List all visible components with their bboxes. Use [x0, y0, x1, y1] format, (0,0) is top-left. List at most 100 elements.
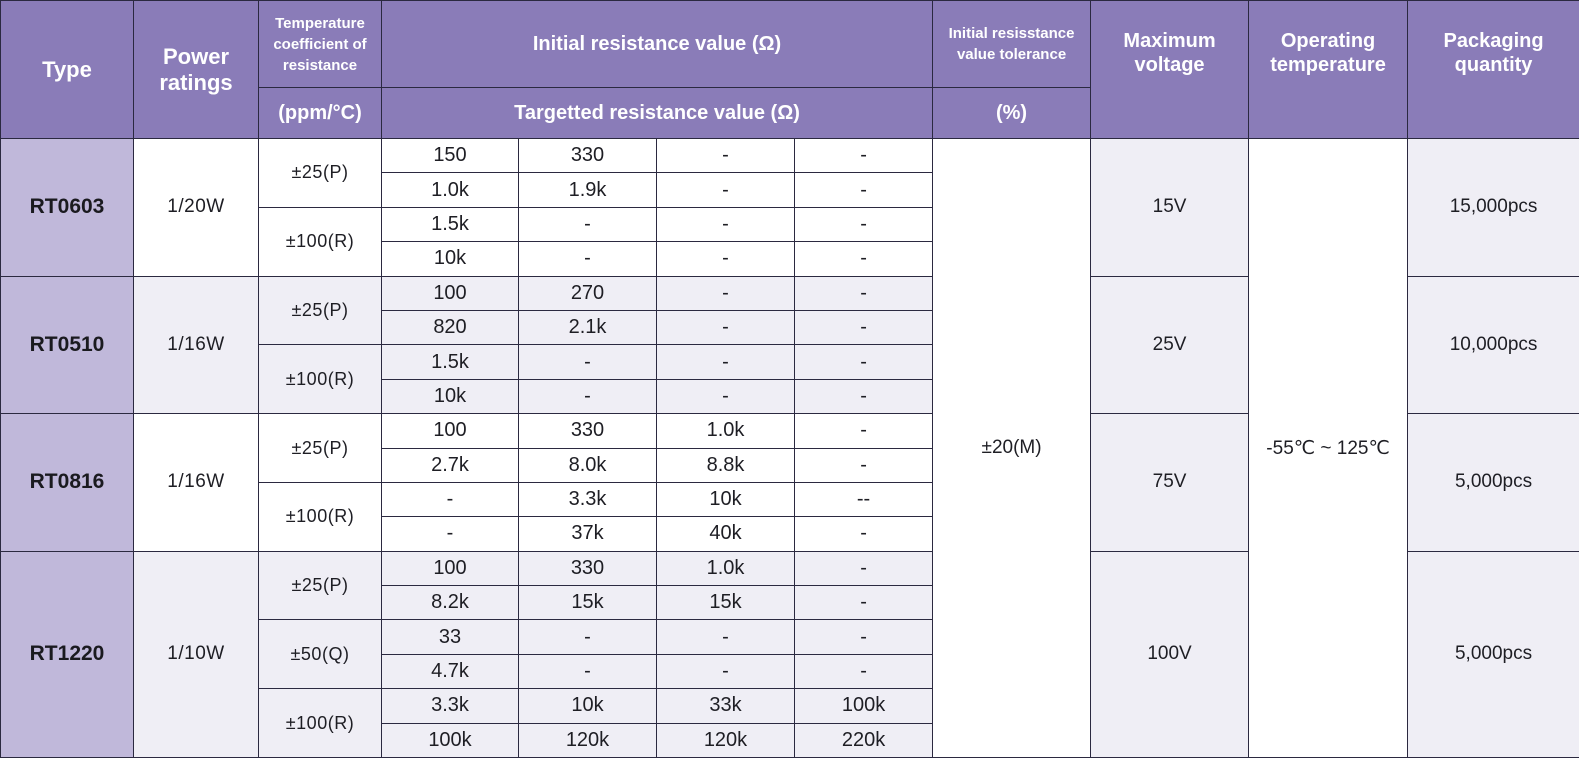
resistance-value-cell: 1.5k [381, 206, 519, 243]
resistance-value-cell: 10k [518, 688, 657, 724]
resistance-value-cell: - [793, 344, 934, 380]
resistance-value-cell: - [793, 653, 934, 690]
resistance-value-cell: 10k [381, 378, 519, 415]
tcr-cell: ±100(R) [258, 481, 382, 552]
resistance-value-cell: 1.0k [656, 550, 795, 587]
resistance-value-cell: 4.7k [381, 653, 519, 690]
resistance-value-cell: 8.2k [381, 585, 519, 621]
resistance-value-cell: - [793, 241, 934, 277]
resistance-value-cell: - [793, 275, 934, 311]
resistance-value-cell: 100 [381, 413, 519, 449]
resistance-value-cell: 100 [381, 275, 519, 311]
resistance-value-cell: 33k [656, 688, 795, 724]
max-voltage-cell: 25V [1090, 275, 1250, 415]
resistance-value-cell: - [656, 619, 795, 655]
resistance-value-cell: - [518, 241, 657, 277]
resistance-value-cell: - [656, 275, 795, 311]
header-tcr-unit: (ppm/°C) [258, 87, 382, 139]
resistance-value-cell: - [656, 653, 795, 690]
max-voltage-cell: 75V [1090, 413, 1250, 552]
resistance-value-cell: 33 [381, 619, 519, 655]
resistance-value-cell: 1.5k [381, 344, 519, 380]
resistance-value-cell: 1.9k [518, 172, 657, 208]
resistance-value-cell: - [793, 447, 934, 483]
resistance-value-cell: - [656, 206, 795, 243]
power-rating-cell: 1/10W [133, 550, 259, 759]
resistance-value-cell: 100 [381, 550, 519, 587]
resistance-value-cell: 8.0k [518, 447, 657, 483]
header-operating-temp: Operating temperature [1248, 0, 1409, 139]
power-rating-cell: 1/16W [133, 413, 259, 552]
resistance-value-cell: - [793, 413, 934, 449]
resistance-value-cell: - [656, 137, 795, 174]
table-row: RT0603 1/20W ±25(P) 150 330- - ±20(M) 15V -55℃ ~… [0, 137, 1579, 759]
resistance-value-cell: 10k [381, 241, 519, 277]
resistance-value-cell: 8.8k [656, 447, 795, 483]
power-rating-cell: 1/20W [133, 138, 259, 277]
resistance-value-cell: 820 [381, 309, 519, 346]
resistance-value-cell: 10k [656, 481, 795, 518]
operating-temp-cell: -55℃ ~ 125℃ [1248, 137, 1409, 759]
header-max-voltage: Maximum voltage [1090, 0, 1250, 139]
max-voltage-cell: 15V [1090, 138, 1250, 277]
tcr-cell: ±100(R) [258, 688, 382, 759]
resistance-value-cell: 220k [793, 722, 934, 759]
tcr-cell: ±100(R) [258, 206, 382, 277]
packaging-cell: 5,000pcs [1407, 413, 1579, 552]
resistance-value-cell: - [793, 378, 934, 415]
header-tolerance: Initial resisstance value tolerance [932, 0, 1092, 88]
resistance-value-cell: - [793, 619, 934, 655]
resistance-value-cell: - [793, 550, 934, 587]
max-voltage-cell: 100V [1090, 550, 1250, 759]
header-power-ratings: Power ratings [133, 0, 259, 139]
tcr-cell: ±50(Q) [258, 619, 382, 690]
resistance-value-cell: 3.3k [381, 688, 519, 724]
resistance-value-cell: 1.0k [656, 413, 795, 449]
resistance-value-cell: - [793, 137, 934, 174]
resistance-value-cell: - [793, 516, 934, 552]
tcr-cell: ±25(P) [258, 275, 382, 346]
resistance-value-cell: - [381, 481, 519, 518]
header-tolerance-unit: (%) [932, 87, 1092, 139]
resistance-value-cell: - [518, 378, 657, 415]
tcr-cell: ±100(R) [258, 344, 382, 415]
resistance-value-cell: - [793, 309, 934, 346]
resistance-value-cell: - [381, 516, 519, 552]
resistance-value-cell: 40k [656, 516, 795, 552]
resistance-value-cell: 15k [518, 585, 657, 621]
resistance-value-cell: 120k [656, 722, 795, 759]
tcr-cell: ±25(P) [258, 550, 382, 621]
resistance-value-cell: 100k [381, 722, 519, 759]
resistance-value-cell: - [518, 653, 657, 690]
header-targetted-resistance: Targetted resistance value (Ω) [380, 87, 934, 139]
resistance-value-cell: - [793, 172, 934, 208]
packaging-cell: 5,000pcs [1407, 550, 1579, 759]
type-cell: RT0816 [0, 413, 134, 552]
resistance-value-cell: - [518, 619, 657, 655]
type-cell: RT1220 [0, 550, 134, 759]
resistance-value-cell: 150 [381, 137, 519, 174]
resistance-value-cell: 100k [793, 688, 934, 724]
resistance-value-cell: - [656, 309, 795, 346]
header-type: Type [0, 0, 134, 139]
resistance-value-cell: - [656, 241, 795, 277]
resistance-value-cell: 2.1k [518, 309, 657, 346]
resistor-spec-table: Type Power ratings Temperature coefficie… [0, 0, 1579, 759]
type-cell: RT0510 [0, 275, 134, 415]
resistance-value-cell: 330 [518, 413, 657, 449]
power-rating-cell: 1/16W [133, 275, 259, 415]
resistance-value-cell: 15k [656, 585, 795, 621]
tcr-cell: ±25(P) [258, 413, 382, 483]
resistance-value-cell: 330 [518, 550, 657, 587]
resistance-value-cell: - [793, 206, 934, 243]
resistance-value-cell: -- [793, 481, 934, 518]
resistance-value-cell: - [518, 206, 657, 243]
resistance-value-cell: 270 [518, 275, 657, 311]
resistance-value-cell: 1.0k [381, 172, 519, 208]
table-header: Type Power ratings Temperature coefficie… [0, 0, 1579, 139]
type-cell: RT0603 [0, 138, 134, 277]
resistance-value-cell: - [656, 172, 795, 208]
resistance-value-cell: 37k [518, 516, 657, 552]
resistance-value-cell: - [656, 378, 795, 415]
packaging-cell: 10,000pcs [1407, 275, 1579, 415]
